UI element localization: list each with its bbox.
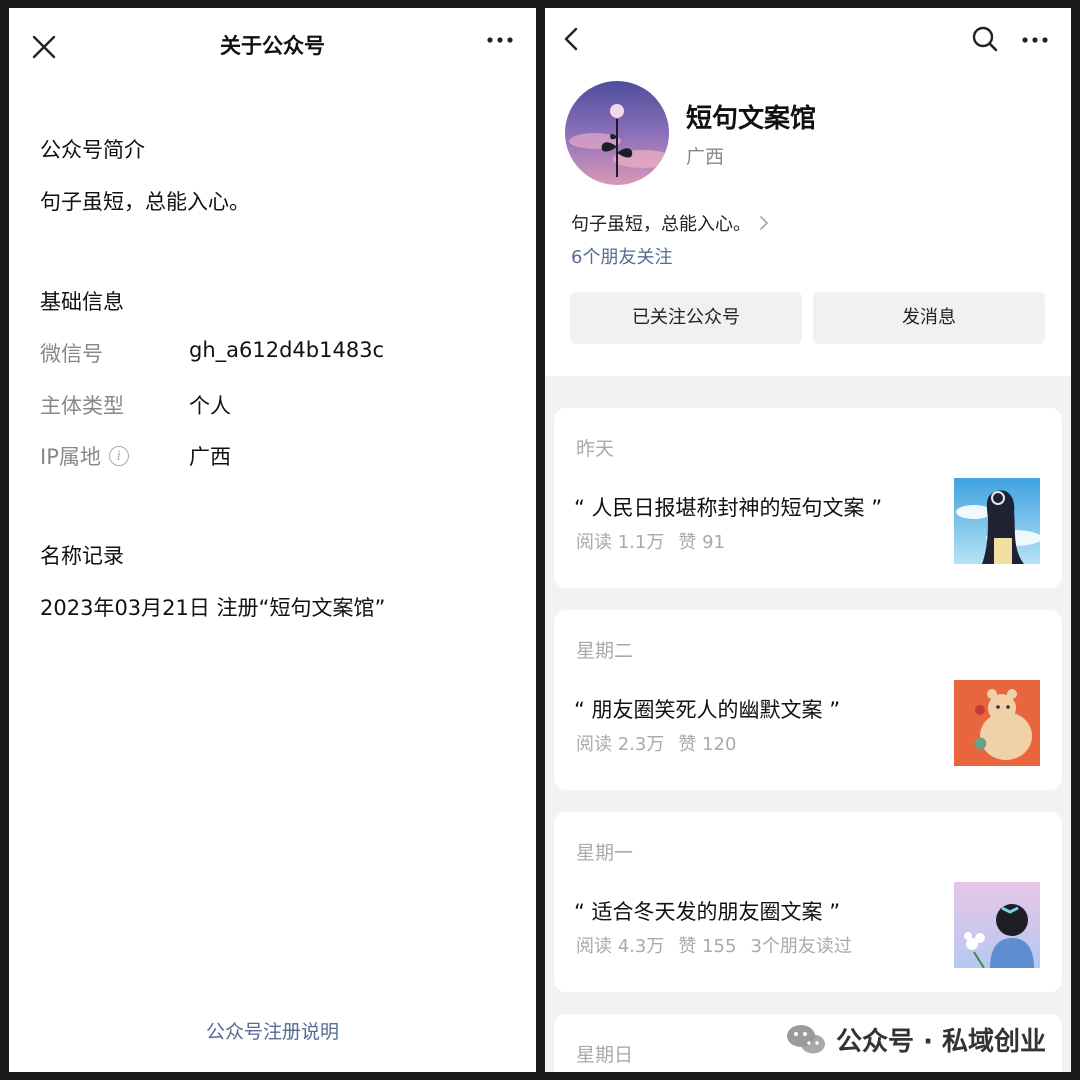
article-day: 昨天 <box>576 438 615 460</box>
intro-heading: 公众号简介 <box>40 138 145 162</box>
back-icon[interactable] <box>561 26 583 52</box>
like-count: 赞 155 <box>678 936 737 957</box>
info-icon[interactable]: i <box>108 446 129 466</box>
ip-location-value: 广西 <box>189 445 231 469</box>
read-count: 阅读 2.3万 <box>576 734 665 755</box>
article-meta: 阅读 4.3万赞 155 3个朋友读过 <box>576 932 866 958</box>
wechat-id-value: gh_a612d4b1483c <box>189 338 385 362</box>
more-icon[interactable] <box>1021 35 1049 45</box>
account-description[interactable]: 句子虽短，总能入心。 <box>571 210 769 236</box>
name-history-heading: 名称记录 <box>40 544 124 568</box>
article-day: 星期日 <box>576 1044 634 1066</box>
article-title[interactable]: “ 人民日报堪称封神的短句文案 ” <box>574 492 882 522</box>
ip-location-label: IP属地 i <box>40 441 129 471</box>
search-icon[interactable] <box>971 25 999 53</box>
watermark: 公众号 · 私域创业 <box>786 1021 1046 1058</box>
article-thumbnail[interactable] <box>954 478 1040 564</box>
read-count: 阅读 4.3万 <box>576 936 665 957</box>
account-profile-panel: 短句文案馆 广西 句子虽短，总能入心。 6个朋友关注 已关注公众号 发消息 昨天… <box>545 8 1071 1072</box>
article-title[interactable]: “ 朋友圈笑死人的幽默文案 ” <box>574 694 840 724</box>
chevron-right-icon <box>760 216 769 230</box>
wechat-id-label: 微信号 <box>40 342 103 366</box>
page-title: 关于公众号 <box>220 34 325 58</box>
like-count: 赞 120 <box>678 734 737 755</box>
article-thumbnail[interactable] <box>954 882 1040 968</box>
friends-read: 3个朋友读过 <box>750 936 852 957</box>
article-card[interactable]: 星期一 “ 适合冬天发的朋友圈文案 ” 阅读 4.3万赞 155 3个朋友读过 <box>554 812 1062 992</box>
followed-button[interactable]: 已关注公众号 <box>570 292 802 344</box>
wechat-icon <box>787 1024 826 1053</box>
account-name: 短句文案馆 <box>686 104 817 134</box>
article-meta: 阅读 1.1万赞 91 <box>576 528 739 554</box>
basic-info-heading: 基础信息 <box>40 290 124 314</box>
intro-text: 句子虽短，总能入心。 <box>40 190 250 214</box>
avatar[interactable] <box>565 81 669 185</box>
read-count: 阅读 1.1万 <box>576 532 665 553</box>
entity-type-label: 主体类型 <box>40 394 124 418</box>
watermark-text: 公众号 · 私域创业 <box>836 1027 1046 1057</box>
profile-header: 短句文案馆 广西 句子虽短，总能入心。 6个朋友关注 已关注公众号 发消息 <box>545 8 1071 376</box>
account-location: 广西 <box>686 146 725 168</box>
article-meta: 阅读 2.3万赞 120 <box>576 730 750 756</box>
article-card[interactable]: 星期二 “ 朋友圈笑死人的幽默文案 ” 阅读 2.3万赞 120 <box>554 610 1062 790</box>
friends-following-link[interactable]: 6个朋友关注 <box>571 243 672 269</box>
about-account-panel: 关于公众号 公众号简介 句子虽短，总能入心。 基础信息 微信号 gh_a612d… <box>9 8 536 1072</box>
entity-type-value: 个人 <box>189 394 231 418</box>
article-day: 星期一 <box>576 842 634 864</box>
more-icon[interactable] <box>486 35 514 45</box>
send-message-button[interactable]: 发消息 <box>813 292 1045 344</box>
like-count: 赞 91 <box>678 532 725 553</box>
name-history-entry: 2023年03月21日 注册“短句文案馆” <box>40 596 386 620</box>
article-card[interactable]: 昨天 “ 人民日报堪称封神的短句文案 ” 阅读 1.1万赞 91 <box>554 408 1062 588</box>
article-thumbnail[interactable] <box>954 680 1040 766</box>
article-day: 星期二 <box>576 640 634 662</box>
article-title[interactable]: “ 适合冬天发的朋友圈文案 ” <box>574 896 840 926</box>
registration-info-link[interactable]: 公众号注册说明 <box>9 1017 536 1044</box>
